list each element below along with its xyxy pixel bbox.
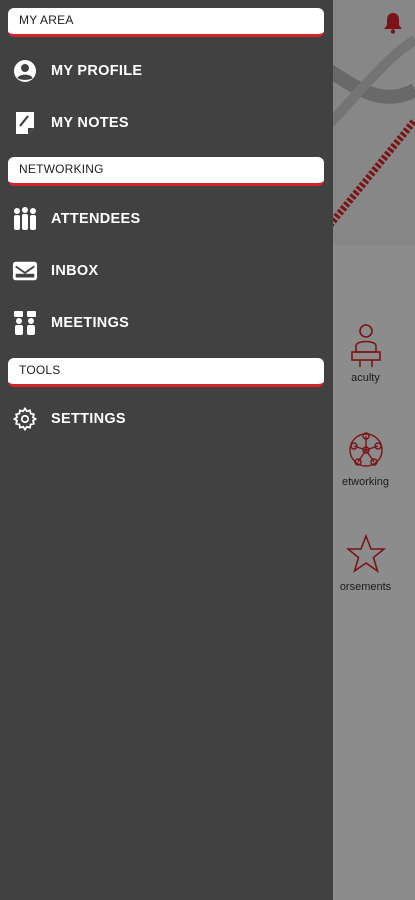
attendees-icon <box>12 206 38 232</box>
section-header-tools: TOOLS <box>8 358 324 387</box>
inbox-icon <box>12 258 38 284</box>
nav-item-inbox[interactable]: INBOX <box>0 248 333 294</box>
nav-label-my-profile: MY PROFILE <box>51 63 143 79</box>
nav-item-attendees[interactable]: ATTENDEES <box>0 196 333 242</box>
section-header-networking: NETWORKING <box>8 157 324 186</box>
nav-label-meetings: MEETINGS <box>51 315 130 331</box>
nav-label-settings: SETTINGS <box>51 411 126 427</box>
gear-icon <box>12 406 38 432</box>
meetings-icon <box>12 310 38 336</box>
notes-icon <box>12 110 38 136</box>
nav-label-inbox: INBOX <box>51 263 99 279</box>
nav-label-my-notes: MY NOTES <box>51 115 129 131</box>
nav-item-settings[interactable]: SETTINGS <box>0 396 333 442</box>
nav-item-my-notes[interactable]: MY NOTES <box>0 100 333 146</box>
navigation-drawer: MY AREA MY PROFILE MY NOTES NETWORKING A… <box>0 0 333 900</box>
nav-item-meetings[interactable]: MEETINGS <box>0 300 333 346</box>
section-header-my-area: MY AREA <box>8 8 324 37</box>
nav-item-my-profile[interactable]: MY PROFILE <box>0 48 333 94</box>
nav-label-attendees: ATTENDEES <box>51 211 141 227</box>
profile-icon <box>12 58 38 84</box>
